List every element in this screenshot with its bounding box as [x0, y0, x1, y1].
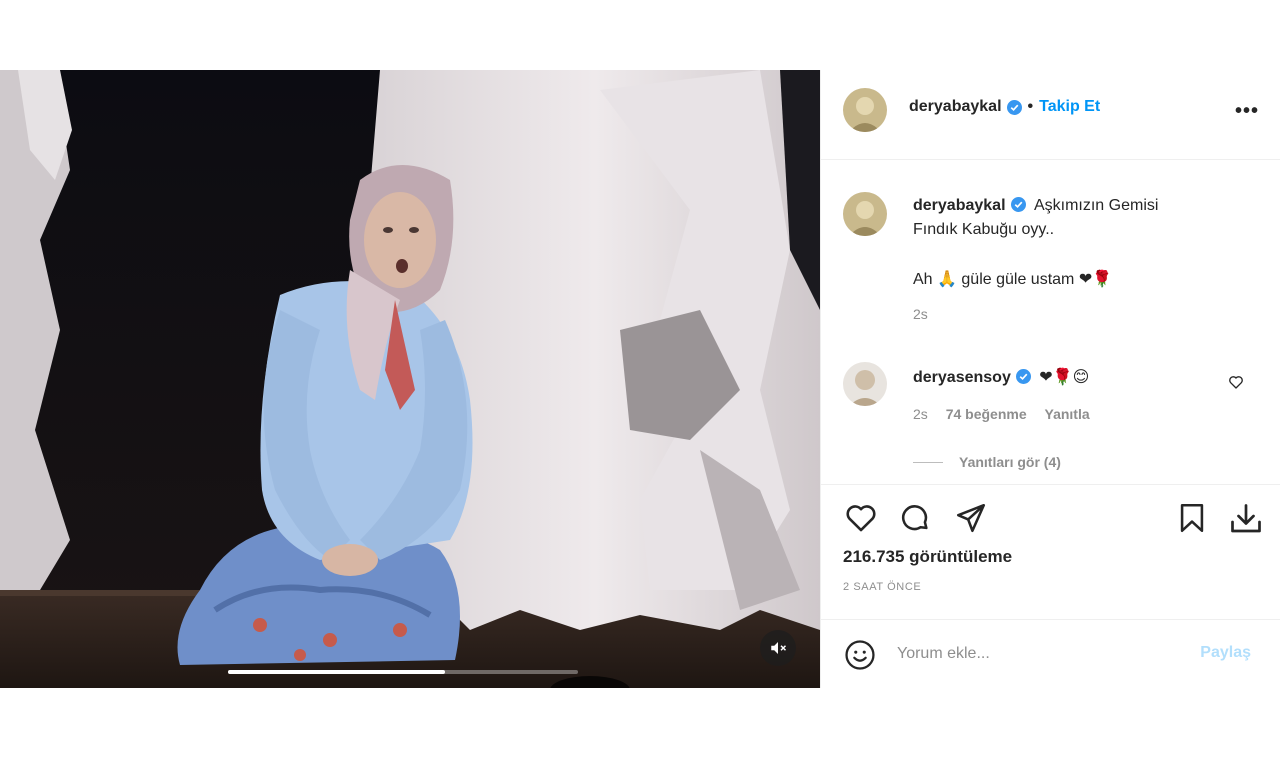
follow-button[interactable]: Takip Et	[1039, 98, 1100, 116]
comment-heart-icon[interactable]	[1228, 374, 1244, 390]
avatar[interactable]	[843, 88, 887, 132]
post-comment-button[interactable]: Paylaş	[1200, 644, 1251, 662]
caption-author[interactable]: deryabaykal	[913, 197, 1006, 214]
caption: deryabaykal Aşkımızın Gemisi Fındık Kabu…	[913, 194, 1243, 322]
download-icon[interactable]	[1227, 501, 1265, 537]
caption-line-3: Ah 🙏 güle güle ustam ❤🌹	[913, 268, 1243, 292]
pray-emoji: 🙏	[937, 271, 957, 288]
share-icon[interactable]	[953, 501, 989, 535]
post-actions: 216.735 görüntüleme 2 SAAT ÖNCE Paylaş	[821, 484, 1280, 688]
comment-author[interactable]: deryasensoy	[913, 369, 1011, 386]
post-header: deryabaykal • Takip Et •••	[821, 70, 1280, 160]
comment-meta: 2s 74 beğenme Yanıtla	[913, 406, 1243, 422]
verified-badge-icon	[1010, 197, 1026, 212]
commenter-avatar-image	[843, 362, 887, 406]
author-username[interactable]: deryabaykal	[909, 98, 1002, 116]
caption-ah: Ah	[913, 271, 933, 288]
post-timestamp: 2 SAAT ÖNCE	[843, 581, 922, 593]
comment-icon[interactable]	[897, 501, 933, 535]
comment-text: ❤🌹😊	[1039, 369, 1090, 386]
mute-button[interactable]	[760, 630, 796, 666]
view-replies-label: Yanıtları gör (4)	[959, 454, 1061, 470]
caption-avatar-image	[843, 192, 887, 236]
replies-divider	[913, 461, 943, 463]
post-media[interactable]	[0, 70, 820, 688]
emoji-icon[interactable]	[843, 638, 877, 672]
view-replies-button[interactable]: Yanıtları gör (4)	[913, 454, 1061, 470]
mute-icon	[771, 642, 787, 654]
caption-line-1: Aşkımızın Gemisi	[1033, 197, 1159, 214]
heart-icon[interactable]	[843, 501, 879, 535]
comment-time: 2s	[913, 406, 928, 422]
caption-line-2: Fındık Kabuğu oyy..	[913, 221, 1055, 238]
commenter-avatar[interactable]	[843, 362, 887, 406]
more-options-icon[interactable]: •••	[1235, 100, 1259, 123]
avatar-image	[843, 88, 887, 132]
video-progress-bar[interactable]	[228, 670, 578, 674]
caption-farewell: güle güle ustam	[961, 271, 1075, 288]
bookmark-icon[interactable]	[1175, 501, 1209, 535]
video-progress-fill	[228, 670, 445, 674]
caption-time: 2s	[913, 306, 928, 322]
post-side-panel: deryabaykal • Takip Et ••• deryabaykal A…	[820, 70, 1280, 688]
reply-button[interactable]: Yanıtla	[1045, 406, 1090, 422]
comment-input[interactable]	[897, 640, 1187, 668]
comment-composer: Paylaş	[821, 619, 1280, 689]
verified-badge-icon	[1006, 99, 1022, 115]
comment: deryasensoy ❤🌹😊 2s 74 beğenme Yanıtla	[913, 366, 1243, 422]
verified-badge-icon	[1015, 369, 1031, 384]
comment-likes[interactable]: 74 beğenme	[946, 406, 1027, 422]
caption-avatar[interactable]	[843, 192, 887, 236]
view-count[interactable]: 216.735 görüntüleme	[843, 547, 1012, 567]
separator-dot: •	[1027, 98, 1034, 115]
video-frame	[0, 70, 820, 688]
heart-rose-emoji: ❤🌹	[1078, 271, 1113, 288]
